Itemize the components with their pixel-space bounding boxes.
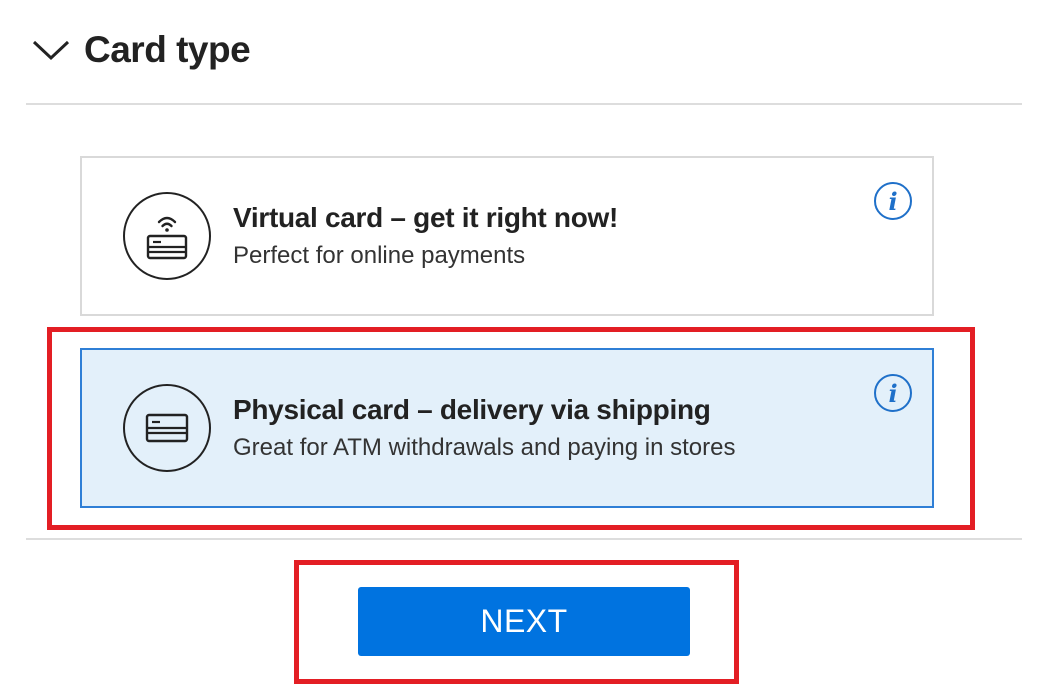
card-type-section-header[interactable]: Card type: [28, 22, 251, 78]
option-title: Physical card – delivery via shipping: [233, 394, 711, 425]
next-button[interactable]: NEXT: [358, 587, 690, 656]
contactless-card-icon: [123, 192, 211, 280]
section-title: Card type: [84, 29, 251, 70]
credit-card-icon: [123, 384, 211, 472]
divider: [26, 538, 1022, 540]
option-subtitle: Perfect for online payments: [233, 242, 526, 269]
virtual-card-option[interactable]: Virtual card – get it right now! Perfect…: [80, 156, 934, 316]
info-icon[interactable]: i: [874, 182, 912, 220]
chevron-down-icon[interactable]: [28, 35, 74, 65]
option-subtitle: Great for ATM withdrawals and paying in …: [233, 434, 736, 461]
divider: [26, 103, 1022, 105]
option-title: Virtual card – get it right now!: [233, 202, 619, 233]
info-icon[interactable]: i: [874, 374, 912, 412]
physical-card-option[interactable]: Physical card – delivery via shipping Gr…: [80, 348, 934, 508]
